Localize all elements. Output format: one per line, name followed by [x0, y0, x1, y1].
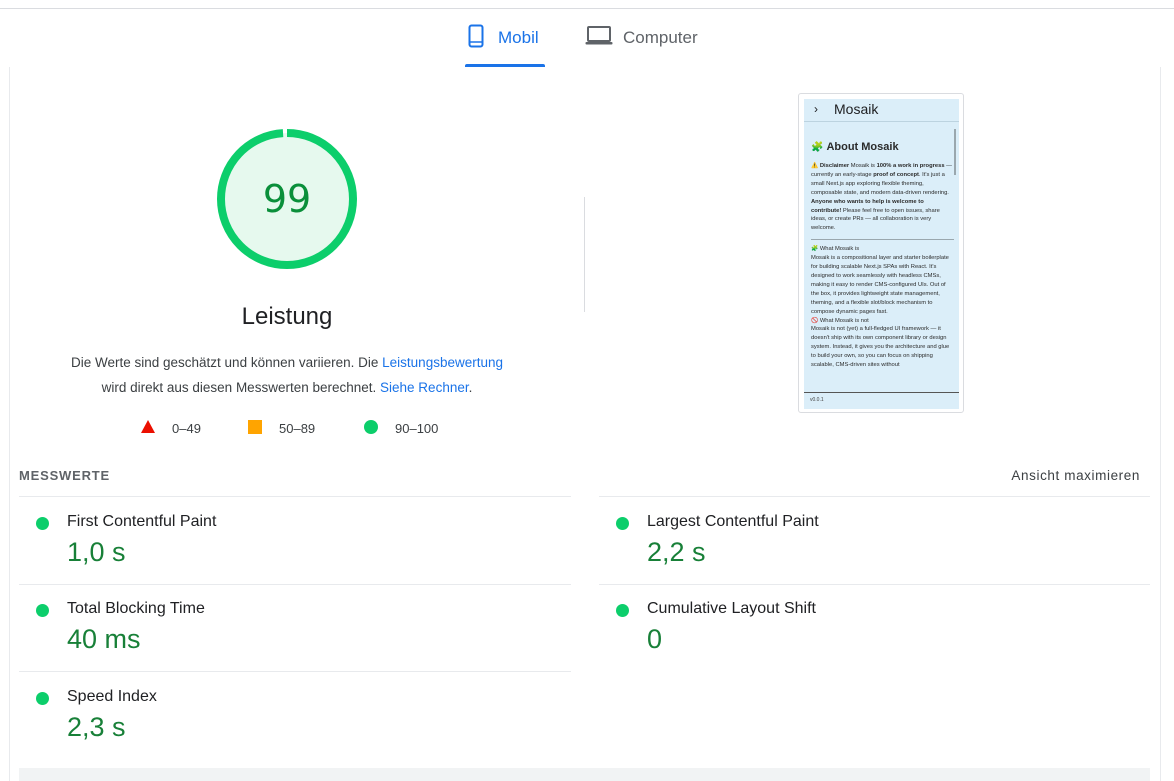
- tab-mobile[interactable]: Mobil: [465, 9, 545, 67]
- screenshot-heading-text: About Mosaik: [826, 141, 899, 153]
- screenshot-section-text: Mosaik is not (yet) a full-fledged UI fr…: [811, 326, 950, 369]
- panel-border-right: [1160, 67, 1161, 781]
- screenshot-section-text: Mosaik is a compositional layer and star…: [811, 255, 949, 315]
- smartphone-icon: [465, 24, 498, 53]
- metric-label: Cumulative Layout Shift: [647, 600, 816, 617]
- desc-text-end: .: [468, 380, 473, 395]
- metric-label: Speed Index: [67, 688, 157, 705]
- screenshot-footer-divider: [804, 392, 959, 393]
- legend-range-pass: 90–100: [395, 421, 439, 436]
- tab-desktop-label: Computer: [623, 28, 698, 47]
- screenshot-heading: 🧩 About Mosaik: [811, 141, 954, 154]
- gauge-title: Leistung: [241, 303, 333, 330]
- screenshot-app-title: Mosaik: [834, 101, 879, 117]
- screenshot-disclaimer: ⚠️ Disclaimer Mosaik is 100% a work in p…: [811, 162, 954, 233]
- link-calculator[interactable]: Siehe Rechner: [380, 380, 469, 395]
- triangle-icon: [141, 420, 155, 436]
- metric-label: Total Blocking Time: [67, 600, 205, 617]
- bottom-panel: [19, 768, 1150, 781]
- desc-text-1: Die Werte sind geschätzt und können vari…: [70, 355, 383, 370]
- screenshot-section-title: 🚫 What Mosaik is not: [811, 317, 869, 324]
- disclaimer-bold-2: 100% a work in progress: [876, 163, 945, 169]
- disclaimer-bold-1: Disclaimer: [819, 163, 850, 169]
- score-legend: 0–49 50–89 90–100: [0, 420, 574, 440]
- expand-view-toggle[interactable]: Ansicht maximieren: [1011, 468, 1140, 483]
- pass-circle-icon: [36, 604, 49, 617]
- chevron-right-icon: ›: [814, 102, 818, 116]
- metric-divider: [599, 584, 1150, 585]
- puzzle-icon: 🧩: [811, 142, 824, 153]
- screenshot-divider: [811, 239, 954, 241]
- device-tabs: Mobil Computer: [0, 9, 1174, 67]
- tab-mobile-label: Mobil: [498, 28, 539, 47]
- gauge-description: Die Werte sind geschätzt und können vari…: [40, 350, 534, 400]
- screenshot-version: v0.0.1: [810, 397, 824, 403]
- metric-label: First Contentful Paint: [67, 513, 217, 530]
- legend-item-average: 50–89: [248, 420, 315, 437]
- circle-icon: [364, 420, 378, 437]
- metric-divider: [19, 584, 571, 585]
- pass-circle-icon: [616, 517, 629, 530]
- legend-range-average: 50–89: [279, 421, 316, 436]
- metric-divider: [19, 496, 571, 497]
- screenshot-scrollbar: [954, 129, 956, 175]
- square-icon: [248, 420, 262, 437]
- screenshot-section-title: 🧩 What Mosaik is: [811, 246, 860, 253]
- link-performance-score[interactable]: Leistungsbewertung: [382, 355, 503, 370]
- laptop-icon: [585, 25, 623, 51]
- metric-value: 2,2 s: [647, 537, 706, 567]
- pass-circle-icon: [36, 692, 49, 705]
- pass-circle-icon: [616, 604, 629, 617]
- screenshot-canvas: › Mosaik 🧩 About Mosaik ⚠️ Disclaimer Mo…: [804, 99, 959, 409]
- legend-item-pass: 90–100: [364, 420, 438, 437]
- metrics-heading: MESSWERTE: [19, 468, 110, 483]
- metric-value: 2,3 s: [67, 712, 126, 742]
- warning-icon: ⚠️: [811, 163, 819, 169]
- disclaimer-bold-3: proof of concept: [873, 171, 919, 178]
- screenshot-content: 🧩 About Mosaik ⚠️ Disclaimer Mosaik is 1…: [811, 141, 954, 370]
- screenshot-header: › Mosaik: [804, 99, 959, 122]
- performance-gauge: 99: [214, 126, 360, 272]
- pass-circle-icon: [36, 517, 49, 530]
- tab-desktop[interactable]: Computer: [585, 9, 710, 67]
- legend-item-fail: 0–49: [141, 420, 201, 436]
- vertical-divider: [584, 197, 585, 312]
- metric-value: 0: [647, 624, 663, 654]
- performance-score: 99: [262, 177, 312, 221]
- desc-text-2: wird direkt aus diesen Messwerten berech…: [101, 380, 377, 395]
- metric-label: Largest Contentful Paint: [647, 513, 819, 530]
- metric-divider: [19, 671, 571, 672]
- page-screenshot[interactable]: › Mosaik 🧩 About Mosaik ⚠️ Disclaimer Mo…: [798, 93, 964, 413]
- active-tab-indicator: [465, 64, 545, 67]
- metric-value: 40 ms: [67, 624, 141, 654]
- legend-range-fail: 0–49: [172, 420, 201, 436]
- disclaimer-text-1: Mosaik is: [849, 163, 877, 169]
- metric-divider: [599, 496, 1150, 497]
- metric-value: 1,0 s: [67, 537, 126, 567]
